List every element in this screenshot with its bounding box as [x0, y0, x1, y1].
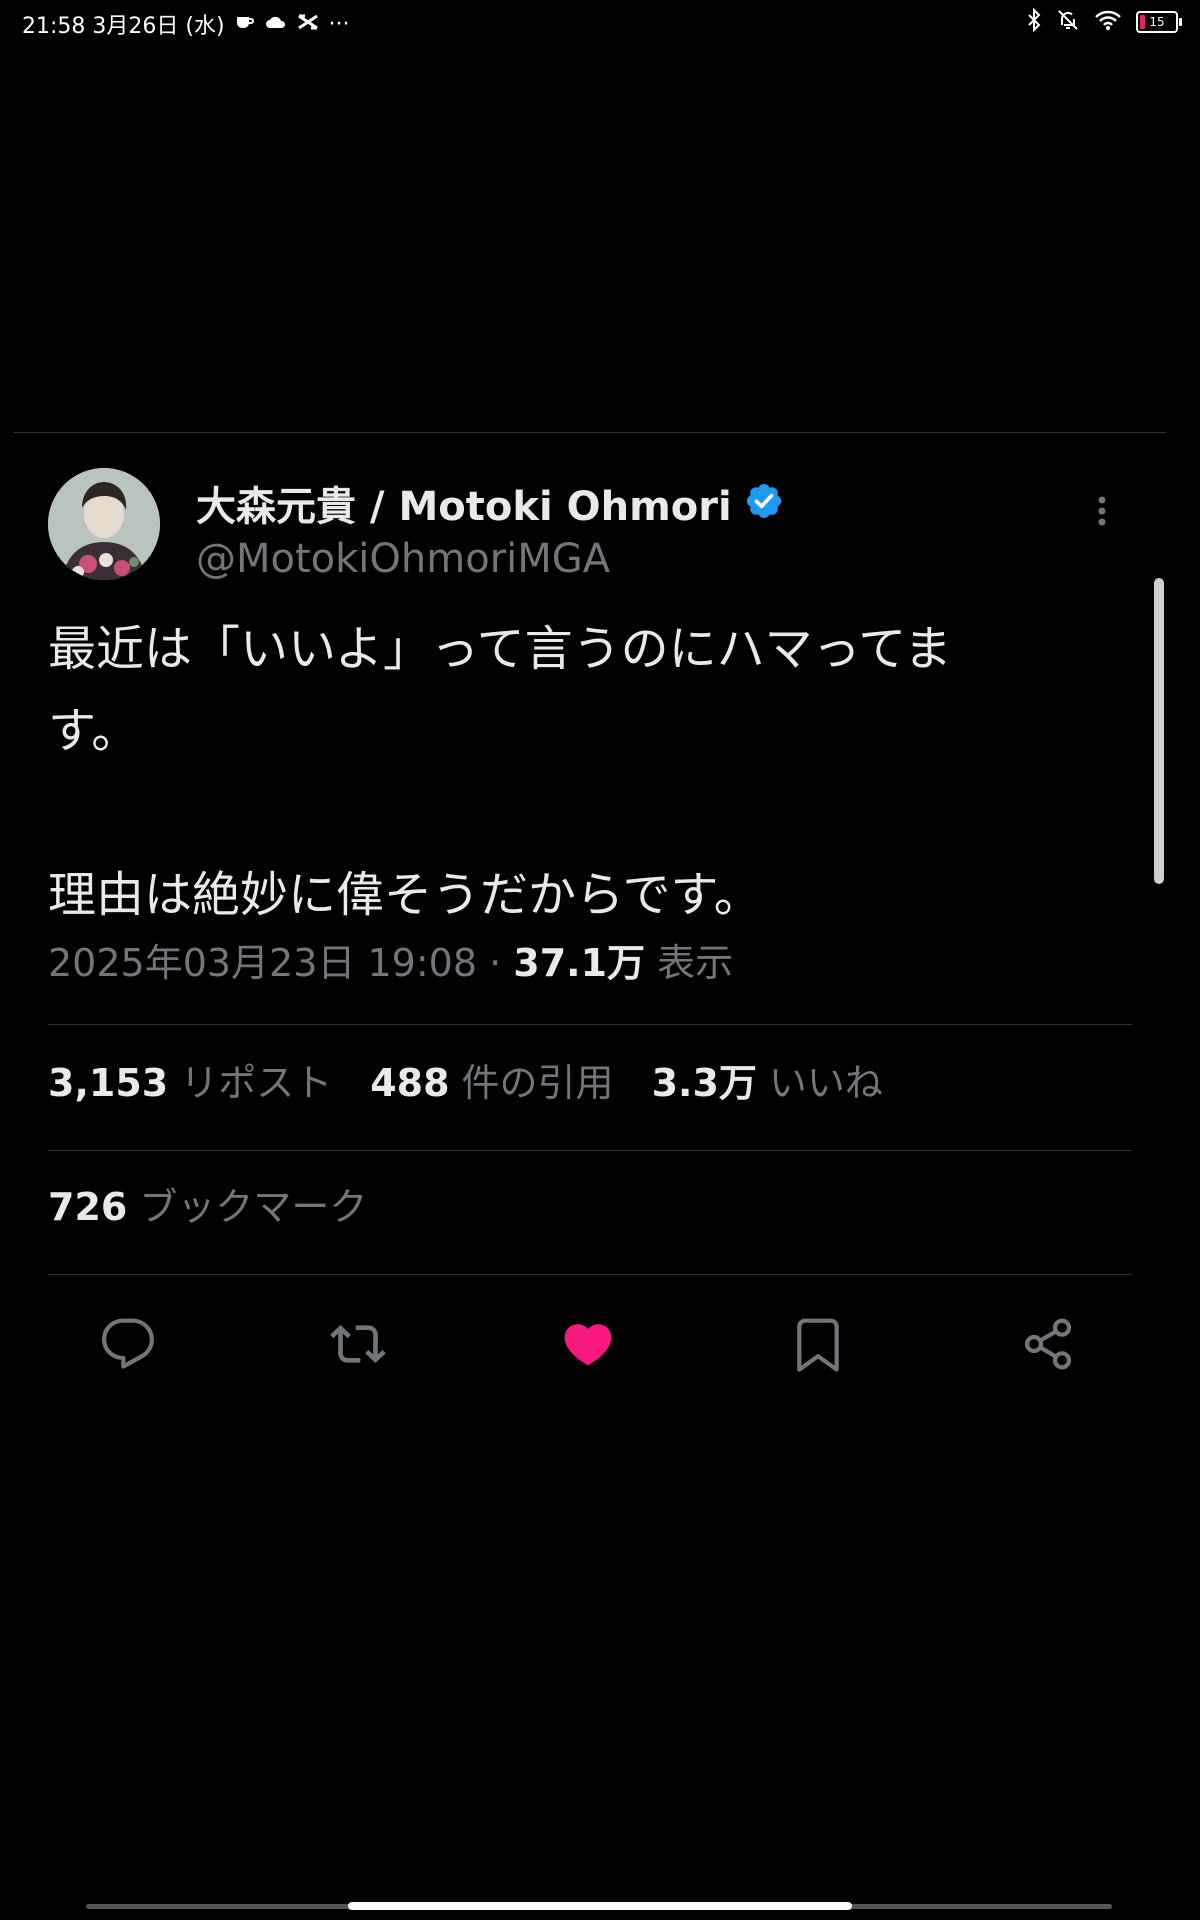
scrollbar[interactable]	[1154, 578, 1164, 884]
meta-separator: ·	[489, 941, 502, 985]
status-more-icon: ···	[328, 11, 350, 37]
bookmarks-stat[interactable]: 726 ブックマーク	[48, 1176, 367, 1231]
quotes-label: 件の引用	[461, 1061, 614, 1105]
status-time-date: 21:58 3月26日 (水)	[22, 14, 225, 39]
cloud-icon	[265, 14, 287, 35]
reply-icon[interactable]	[98, 1314, 158, 1374]
reposts-label: リポスト	[180, 1061, 333, 1105]
status-left: 21:58 3月26日 (水) ···	[22, 8, 350, 40]
bookmarks-count: 726	[48, 1185, 128, 1229]
share-icon[interactable]	[1018, 1314, 1078, 1374]
quotes-stat[interactable]: 488 件の引用	[370, 1052, 613, 1107]
verified-badge-icon	[744, 481, 784, 525]
wifi-icon	[1094, 9, 1122, 35]
user-handle[interactable]: @MotokiOhmoriMGA	[196, 536, 784, 582]
action-bar	[48, 1314, 1132, 1374]
battery-level: 15	[1149, 15, 1165, 29]
notifications-off-icon	[1056, 8, 1080, 36]
reposts-stat[interactable]: 3,153 リポスト	[48, 1052, 332, 1107]
home-gesture-handle[interactable]	[348, 1902, 852, 1910]
bluetooth-icon	[1026, 7, 1042, 36]
views-count: 37.1万	[513, 941, 646, 985]
bookmarks-label: ブックマーク	[139, 1185, 368, 1229]
divider-meta	[48, 1024, 1132, 1025]
tweet-meta: 2025年03月23日 19:08 · 37.1万 表示	[48, 932, 733, 987]
tweet-timestamp[interactable]: 2025年03月23日 19:08	[48, 941, 477, 985]
heart-icon[interactable]	[558, 1314, 618, 1374]
reposts-count: 3,153	[48, 1061, 169, 1105]
display-name-row: 大森元貴 / Motoki Ohmori	[196, 474, 784, 532]
more-vertical-icon[interactable]	[1092, 492, 1112, 542]
likes-stat[interactable]: 3.3万 いいね	[652, 1052, 883, 1107]
top-divider	[14, 432, 1166, 433]
status-right: 15	[1026, 7, 1182, 36]
display-name[interactable]: 大森元貴 / Motoki Ohmori	[196, 474, 732, 532]
capcut-icon	[297, 13, 319, 36]
bookmark-icon[interactable]	[788, 1314, 848, 1374]
battery-icon: 15	[1136, 11, 1182, 33]
likes-label: いいね	[768, 1061, 883, 1105]
status-bar: 21:58 3月26日 (水) ··· 15	[0, 0, 1200, 44]
avatar[interactable]	[48, 468, 160, 580]
repost-icon[interactable]	[328, 1314, 388, 1374]
system-nav-bar	[0, 1896, 1200, 1920]
engagement-stats: 3,153 リポスト 488 件の引用 3.3万 いいね	[48, 1052, 883, 1107]
quotes-count: 488	[370, 1061, 450, 1105]
battery-fill	[1140, 15, 1145, 29]
author-info[interactable]: 大森元貴 / Motoki Ohmori @MotokiOhmoriMGA	[196, 474, 784, 582]
views-label: 表示	[657, 941, 734, 985]
divider-bookmarks	[48, 1274, 1132, 1275]
likes-count: 3.3万	[651, 1061, 757, 1105]
coffee-icon	[235, 13, 255, 36]
tweet-text: 最近は「いいよ」って言うのにハマってま す。 理由は絶妙に偉そうだからです。	[48, 621, 952, 923]
divider-stats	[48, 1150, 1132, 1151]
